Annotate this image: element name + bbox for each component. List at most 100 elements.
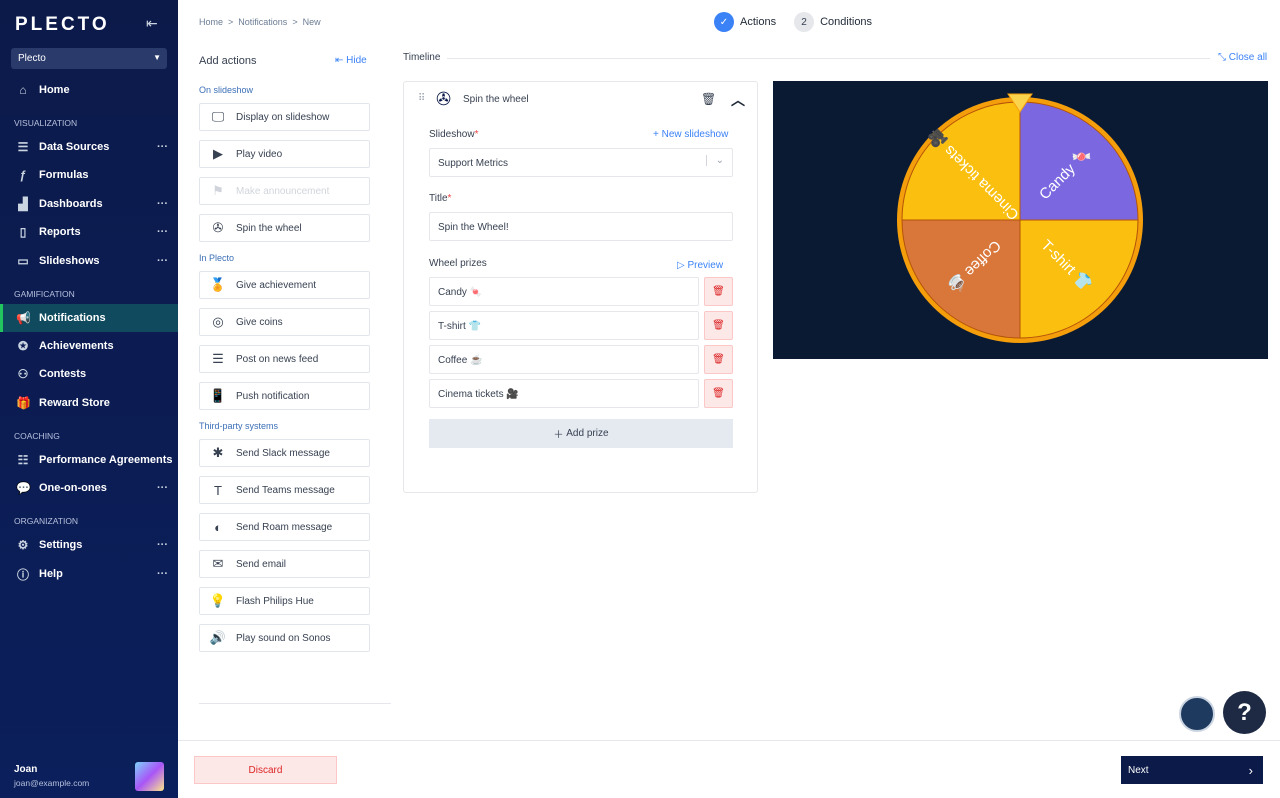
delete-prize-button[interactable]: 🗑 <box>704 345 733 374</box>
nav-reward-store[interactable]: 🎁 Reward Store <box>0 389 178 417</box>
nav-reports[interactable]: ▯ Reports ··· <box>0 218 178 246</box>
org-name: Plecto <box>18 53 46 64</box>
action-send-teams-message[interactable]: T Send Teams message <box>199 476 370 504</box>
action-post-on-news-feed[interactable]: ☰ Post on news feed <box>199 345 370 373</box>
action-send-email[interactable]: ✉ Send email <box>199 550 370 578</box>
action-play-sound-on-sonos[interactable]: 🔊 Play sound on Sonos <box>199 624 370 652</box>
discard-button[interactable]: Discard <box>194 756 337 784</box>
bulb-icon: 💡 <box>209 593 227 608</box>
more-icon[interactable]: ··· <box>157 539 168 551</box>
more-icon[interactable]: ··· <box>157 226 168 238</box>
next-button[interactable]: Next › <box>1121 756 1263 784</box>
nav-help[interactable]: ⓘ Help ··· <box>0 560 178 588</box>
chat-icon: 💬 <box>16 481 31 495</box>
more-icon[interactable]: ··· <box>157 141 168 153</box>
action-send-slack-message[interactable]: ✱ Send Slack message <box>199 439 370 467</box>
more-icon[interactable]: ··· <box>157 482 168 494</box>
add-prize-button[interactable]: ＋ Add prize <box>429 419 733 448</box>
nav-achievements[interactable]: ✪ Achievements <box>0 332 178 360</box>
roam-icon: ◐ <box>214 519 222 535</box>
display-icon: 🖵 <box>211 109 225 124</box>
plecto-logo: PLECTO <box>15 14 110 35</box>
hide-label: Hide <box>346 55 367 66</box>
nav-slideshows[interactable]: ▭ Slideshows ··· <box>0 247 178 275</box>
action-spin-the-wheel[interactable]: ✇ Spin the wheel <box>199 214 370 242</box>
collapse-sidebar-icon[interactable]: ⇤ <box>146 15 158 32</box>
prize-input[interactable]: Cinema tickets 🎥 <box>429 379 699 408</box>
prize-input[interactable]: Candy 🍬 <box>429 277 699 306</box>
database-icon: ☰ <box>17 140 29 154</box>
action-label: Give achievement <box>236 279 317 291</box>
stepper: ✓ Actions 2 Conditions <box>714 12 872 32</box>
nav-performance-agreements[interactable]: ☷ Performance Agreements <box>0 446 178 474</box>
avatar[interactable] <box>135 762 164 791</box>
action-label: Spin the wheel <box>236 222 302 234</box>
drag-handle-icon[interactable]: ⠿ <box>418 93 425 104</box>
delete-prize-button[interactable]: 🗑 <box>704 277 733 306</box>
chevron-down-icon: ⌄ <box>705 155 724 166</box>
nav-dashboards[interactable]: ▟ Dashboards ··· <box>0 190 178 218</box>
breadcrumb-home[interactable]: Home <box>199 17 223 27</box>
more-icon[interactable]: ··· <box>157 568 168 580</box>
label-text: Slideshow <box>429 129 475 140</box>
delete-prize-button[interactable]: 🗑 <box>704 379 733 408</box>
close-all-button[interactable]: ⤡ Close all <box>1218 52 1267 63</box>
org-select[interactable]: Plecto ▼ <box>11 48 167 69</box>
action-push-notification[interactable]: 📱 Push notification <box>199 382 370 410</box>
push-icon: 📱 <box>209 388 227 403</box>
nav-label: Settings <box>39 539 83 551</box>
action-label: Make announcement <box>236 185 330 197</box>
group-label: In Plecto <box>199 253 235 263</box>
nav-settings[interactable]: ⚙ Settings ··· <box>0 531 178 559</box>
more-icon[interactable]: ··· <box>157 198 168 210</box>
agreement-icon: ☷ <box>17 453 29 467</box>
more-icon[interactable]: ··· <box>157 255 168 267</box>
nav-contests[interactable]: ⚇ Contests <box>0 360 178 388</box>
preview-link[interactable]: ▷ Preview <box>677 260 723 271</box>
trash-icon: 🗑 <box>712 388 725 399</box>
step-actions[interactable]: Actions <box>740 16 776 28</box>
timeline-label: Timeline <box>403 52 441 63</box>
gear-icon: ⚙ <box>17 538 29 552</box>
action-flash-philips-hue[interactable]: 💡 Flash Philips Hue <box>199 587 370 615</box>
delete-prize-button[interactable]: 🗑 <box>704 311 733 340</box>
rss-icon: ☰ <box>212 351 224 366</box>
nav-label: One-on-ones <box>39 482 107 494</box>
nav-label: Slideshows <box>39 255 100 267</box>
nav-label: Dashboards <box>39 198 103 210</box>
action-label: Send Slack message <box>236 447 330 459</box>
prize-input[interactable]: T-shirt 👕 <box>429 311 699 340</box>
step-conditions[interactable]: Conditions <box>820 16 872 28</box>
prize-input[interactable]: Coffee ☕ <box>429 345 699 374</box>
hide-button[interactable]: ⇤ Hide <box>335 55 367 66</box>
check-icon: ✓ <box>714 12 734 32</box>
nav-data-sources[interactable]: ☰ Data Sources ··· <box>0 133 178 161</box>
nav-notifications[interactable]: 📢 Notifications <box>0 304 178 332</box>
card-title: Spin the wheel <box>463 94 529 105</box>
chevron-up-icon[interactable]: ︿ <box>731 90 745 110</box>
chart-icon: ▟ <box>18 197 28 211</box>
nav-home[interactable]: ⌂ Home <box>0 76 178 104</box>
nav-formulas[interactable]: ƒ Formulas <box>0 161 178 189</box>
action-display-on-slideshow[interactable]: 🖵 Display on slideshow <box>199 103 370 131</box>
action-give-achievement[interactable]: 🏅 Give achievement <box>199 271 370 299</box>
slideshow-select[interactable]: Support Metrics ⌄ <box>429 148 733 177</box>
nav-one-on-ones[interactable]: 💬 One-on-ones ··· <box>0 474 178 502</box>
megaphone-icon: 📢 <box>16 311 31 325</box>
action-play-video[interactable]: ▶ Play video <box>199 140 370 168</box>
action-label: Flash Philips Hue <box>236 595 314 607</box>
nav-label: Achievements <box>39 340 114 352</box>
help-button[interactable]: ? <box>1223 691 1266 734</box>
title-input[interactable]: Spin the Wheel! <box>429 212 733 241</box>
trash-icon[interactable]: 🗑 <box>701 92 716 106</box>
action-label: Send Roam message <box>236 521 333 533</box>
action-send-roam-message[interactable]: ◐ Send Roam message <box>199 513 370 541</box>
assistant-avatar[interactable] <box>1179 696 1215 732</box>
breadcrumb-notifications[interactable]: Notifications <box>238 17 287 27</box>
section-label: ORGANIZATION <box>14 516 79 526</box>
action-give-coins[interactable]: ◎ Give coins <box>199 308 370 336</box>
new-slideshow-link[interactable]: + New slideshow <box>653 129 728 140</box>
contest-icon: ⚇ <box>17 367 29 381</box>
announcement-icon: ⚑ <box>212 183 224 198</box>
function-icon: ƒ <box>19 168 27 182</box>
